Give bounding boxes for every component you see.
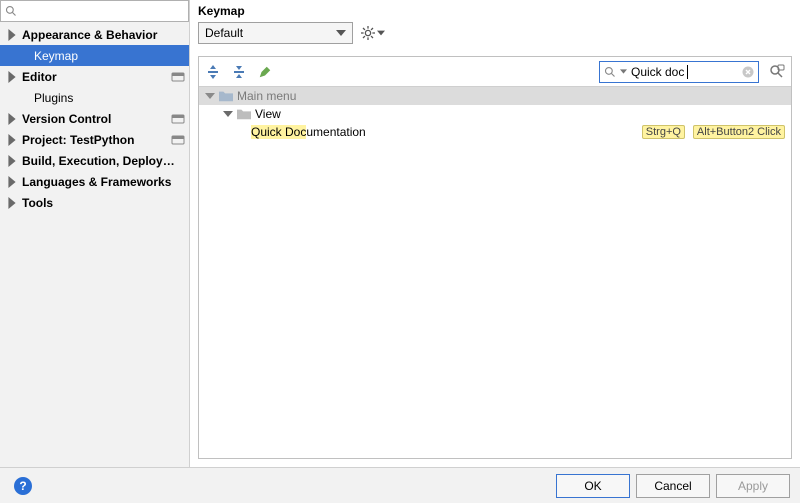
sidebar-item-label: Languages & Frameworks <box>18 175 185 189</box>
find-by-shortcut-button[interactable] <box>767 62 787 82</box>
chevron-right-icon <box>6 29 18 41</box>
cancel-button[interactable]: Cancel <box>636 474 710 498</box>
chevron-right-icon <box>6 71 18 83</box>
folder-icon <box>219 90 233 102</box>
project-badge-icon <box>171 70 185 84</box>
sidebar-search-input[interactable] <box>17 3 184 19</box>
sidebar-item-label: Appearance & Behavior <box>18 28 185 42</box>
sidebar-item-appearance-behavior[interactable]: Appearance & Behavior <box>0 24 189 45</box>
find-shortcut-icon <box>769 64 785 80</box>
chevron-down-icon <box>336 28 346 38</box>
sidebar-item-plugins[interactable]: Plugins <box>0 87 189 108</box>
search-icon <box>604 66 616 78</box>
chevron-right-icon <box>6 113 18 125</box>
expand-all-button[interactable] <box>203 62 223 82</box>
sidebar-item-label: Editor <box>18 70 171 84</box>
chevron-down-icon <box>620 68 627 75</box>
sidebar-item-label: Plugins <box>30 91 185 105</box>
sidebar-item-label: Keymap <box>30 49 185 63</box>
settings-sidebar: Appearance & Behavior Keymap Editor Plug… <box>0 0 190 467</box>
keymap-scheme-combo[interactable]: Default <box>198 22 353 44</box>
pencil-icon <box>258 65 272 79</box>
tree-node-main-menu[interactable]: Main menu <box>199 87 791 105</box>
tree-node-label: View <box>255 107 785 121</box>
sidebar-item-editor[interactable]: Editor <box>0 66 189 87</box>
sidebar-item-version-control[interactable]: Version Control <box>0 108 189 129</box>
sidebar-item-tools[interactable]: Tools <box>0 192 189 213</box>
folder-icon <box>237 108 251 120</box>
gear-icon <box>361 26 375 40</box>
sidebar-item-project[interactable]: Project: TestPython <box>0 129 189 150</box>
chevron-down-icon <box>223 109 233 119</box>
chevron-right-icon <box>6 197 18 209</box>
clear-search-button[interactable] <box>742 66 754 78</box>
keymap-scheme-value: Default <box>205 26 243 40</box>
sidebar-item-label: Tools <box>18 196 185 210</box>
dialog-button-bar: ? OK Cancel Apply <box>0 467 800 503</box>
action-tree[interactable]: Main menu View Quick Documentation Strg+… <box>199 87 791 458</box>
help-button[interactable]: ? <box>14 477 32 495</box>
chevron-right-icon <box>6 176 18 188</box>
tree-node-view[interactable]: View <box>199 105 791 123</box>
project-badge-icon <box>171 133 185 147</box>
tree-node-label: Main menu <box>237 89 785 103</box>
keyboard-shortcut: Strg+Q <box>642 125 685 139</box>
sidebar-item-build-execution-deployment[interactable]: Build, Execution, Deployment <box>0 150 189 171</box>
sidebar-item-label: Project: TestPython <box>18 133 171 147</box>
action-search[interactable]: Quick doc <box>599 61 759 83</box>
sidebar-item-label: Version Control <box>18 112 171 126</box>
keymap-scheme-actions-button[interactable] <box>361 26 385 40</box>
sidebar-search[interactable] <box>0 0 189 22</box>
collapse-all-icon <box>231 64 247 80</box>
sidebar-item-label: Build, Execution, Deployment <box>18 154 185 168</box>
mouse-shortcut: Alt+Button2 Click <box>693 125 785 139</box>
tree-action-label: Quick Documentation <box>251 125 634 139</box>
chevron-right-icon <box>6 134 18 146</box>
page-title: Keymap <box>198 0 792 22</box>
action-search-value: Quick doc <box>631 65 684 79</box>
content-pane: Keymap Default <box>190 0 800 467</box>
edit-shortcut-button[interactable] <box>255 62 275 82</box>
tree-action-quick-documentation[interactable]: Quick Documentation Strg+Q Alt+Button2 C… <box>199 123 791 141</box>
apply-button: Apply <box>716 474 790 498</box>
text-caret <box>687 65 688 79</box>
chevron-down-icon <box>377 29 385 37</box>
keymap-toolbar: Quick doc <box>199 57 791 87</box>
ok-button[interactable]: OK <box>556 474 630 498</box>
expand-all-icon <box>205 64 221 80</box>
project-badge-icon <box>171 112 185 126</box>
chevron-right-icon <box>6 155 18 167</box>
chevron-down-icon <box>205 91 215 101</box>
collapse-all-button[interactable] <box>229 62 249 82</box>
sidebar-item-keymap[interactable]: Keymap <box>0 45 189 66</box>
settings-tree: Appearance & Behavior Keymap Editor Plug… <box>0 22 189 213</box>
keymap-panel: Quick doc Main menu View <box>198 56 792 459</box>
search-icon <box>5 5 17 17</box>
sidebar-item-languages-frameworks[interactable]: Languages & Frameworks <box>0 171 189 192</box>
